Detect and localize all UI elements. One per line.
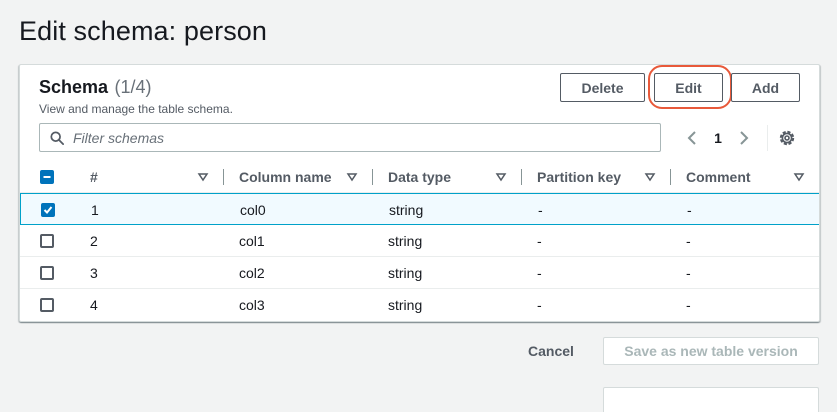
cell-data-type: string xyxy=(388,232,423,249)
header-column-name[interactable]: Column name xyxy=(239,161,332,193)
schema-table: # Column name Data type Partition key Co… xyxy=(20,161,819,321)
save-as-new-version-button[interactable]: Save as new table version xyxy=(603,337,819,365)
chevron-left-icon[interactable] xyxy=(682,127,704,149)
cell-column-name: col3 xyxy=(239,296,265,313)
header-partition-key[interactable]: Partition key xyxy=(537,161,621,193)
cell-number: 1 xyxy=(91,201,99,218)
row-checkbox[interactable] xyxy=(40,234,54,248)
cell-comment: - xyxy=(686,264,691,281)
add-button[interactable]: Add xyxy=(731,73,800,102)
gear-icon[interactable] xyxy=(777,128,797,148)
column-separator[interactable] xyxy=(223,169,224,185)
partial-panel xyxy=(603,387,819,412)
sort-caret-icon[interactable] xyxy=(644,171,656,183)
search-icon xyxy=(50,130,64,145)
row-checkbox[interactable] xyxy=(40,266,54,280)
cell-comment: - xyxy=(686,296,691,313)
sort-caret-icon[interactable] xyxy=(793,171,805,183)
cell-number: 4 xyxy=(90,296,98,313)
selection-count: (1/4) xyxy=(114,77,152,97)
page-title: Edit schema: person xyxy=(19,16,268,46)
cell-partition-key: - xyxy=(537,232,542,249)
cancel-button[interactable]: Cancel xyxy=(521,337,581,365)
column-separator[interactable] xyxy=(521,169,522,185)
filter-input[interactable] xyxy=(73,129,633,146)
panel-header: Schema (1/4) View and manage the table s… xyxy=(39,77,233,116)
cell-column-name: col2 xyxy=(239,264,265,281)
delete-button[interactable]: Delete xyxy=(560,73,645,102)
cell-comment: - xyxy=(687,201,692,218)
sort-caret-icon[interactable] xyxy=(346,171,358,183)
sort-caret-icon[interactable] xyxy=(495,171,507,183)
table-row[interactable]: 1 col0 string - - xyxy=(20,193,819,225)
toolbar-divider xyxy=(767,125,768,151)
table-header: # Column name Data type Partition key Co… xyxy=(20,161,819,193)
panel-description: View and manage the table schema. xyxy=(39,102,233,116)
panel-title: Schema xyxy=(39,77,109,97)
filter-box[interactable] xyxy=(39,123,661,152)
cell-comment: - xyxy=(686,232,691,249)
cell-number: 2 xyxy=(90,232,98,249)
table-row[interactable]: 4 col3 string - - xyxy=(20,289,819,321)
header-comment[interactable]: Comment xyxy=(686,161,751,193)
cell-partition-key: - xyxy=(537,264,542,281)
cell-partition-key: - xyxy=(538,201,543,218)
sort-caret-icon[interactable] xyxy=(197,171,209,183)
page-number[interactable]: 1 xyxy=(704,130,732,146)
chevron-right-icon[interactable] xyxy=(732,127,754,149)
cell-number: 3 xyxy=(90,264,98,281)
row-checkbox[interactable] xyxy=(41,203,55,217)
select-all-checkbox[interactable] xyxy=(40,170,54,184)
cell-data-type: string xyxy=(388,264,423,281)
column-separator[interactable] xyxy=(372,169,373,185)
header-number[interactable]: # xyxy=(90,161,98,193)
pagination: 1 xyxy=(682,127,754,149)
cell-column-name: col1 xyxy=(239,232,265,249)
cell-data-type: string xyxy=(389,201,424,218)
row-checkbox[interactable] xyxy=(40,298,54,312)
cell-column-name: col0 xyxy=(240,201,266,218)
table-row[interactable]: 3 col2 string - - xyxy=(20,257,819,289)
cell-data-type: string xyxy=(388,296,423,313)
header-data-type[interactable]: Data type xyxy=(388,161,451,193)
cell-partition-key: - xyxy=(537,296,542,313)
table-row[interactable]: 2 col1 string - - xyxy=(20,225,819,257)
edit-button[interactable]: Edit xyxy=(654,73,723,102)
column-separator[interactable] xyxy=(670,169,671,185)
schema-panel: Schema (1/4) View and manage the table s… xyxy=(19,64,820,322)
